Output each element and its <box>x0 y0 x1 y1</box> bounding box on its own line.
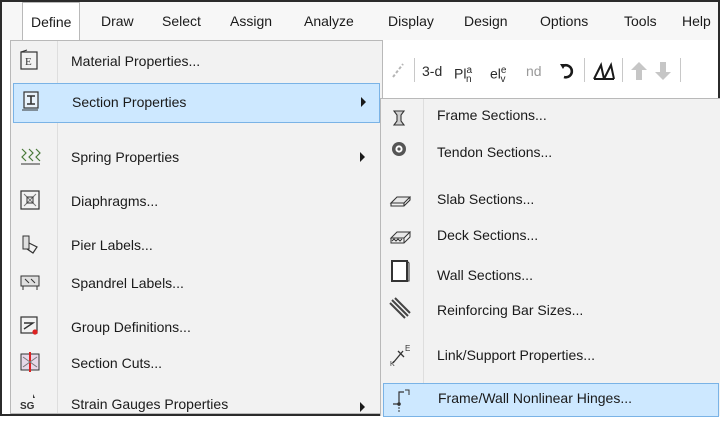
submenu-item-label: Slab Sections... <box>437 191 535 207</box>
menu-item-label: Spring Properties <box>71 149 180 165</box>
menu-item-label: Section Cuts... <box>71 355 163 371</box>
wall-icon <box>389 259 411 282</box>
submenu-item-frame-wall-nonlinear-hinges[interactable]: Frame/Wall Nonlinear Hinges... <box>383 383 719 417</box>
section-cut-icon <box>19 351 41 373</box>
menu-item-group-definitions[interactable]: Group Definitions... <box>11 307 382 347</box>
menu-item-material-properties[interactable]: E Material Properties... <box>11 41 382 81</box>
toolbar: 3-d Plan elev nd <box>382 44 718 98</box>
menu-display[interactable]: Display <box>388 2 434 40</box>
menu-item-label: Material Properties... <box>71 53 201 69</box>
spring-icon <box>19 145 41 167</box>
submenu-item-label: Frame Sections... <box>437 107 547 123</box>
submenu-item-slab-sections[interactable]: Slab Sections... <box>381 183 719 221</box>
menu-item-pier-labels[interactable]: Pier Labels... <box>11 225 382 265</box>
hinge-icon <box>390 388 412 412</box>
menu-item-label: Spandrel Labels... <box>71 275 184 291</box>
menu-assign[interactable]: Assign <box>230 2 272 40</box>
menu-item-section-properties[interactable]: Section Properties <box>13 83 380 123</box>
toolbar-separator <box>584 58 585 82</box>
frame-section-icon <box>389 107 411 129</box>
menu-design[interactable]: Design <box>464 2 508 40</box>
submenu-arrow-icon <box>360 152 365 162</box>
group-icon <box>19 315 41 337</box>
svg-text:E: E <box>25 56 32 68</box>
perspective-view-icon[interactable] <box>592 60 616 82</box>
menu-item-spandrel-labels[interactable]: Spandrel Labels... <box>11 263 382 303</box>
submenu-item-wall-sections[interactable]: Wall Sections... <box>381 253 719 291</box>
slab-icon <box>389 191 411 213</box>
toolbar-elev-sub: v <box>500 74 506 86</box>
define-menu: E Material Properties... Section Propert… <box>10 40 383 414</box>
toolbar-separator <box>680 58 681 82</box>
section-properties-submenu: Frame Sections... Tendon Sections... Sla… <box>380 98 720 417</box>
strain-gauge-icon: SG <box>19 391 41 413</box>
submenu-item-label: Frame/Wall Nonlinear Hinges... <box>438 390 632 406</box>
left-gutter <box>2 40 10 414</box>
submenu-item-label: Link/Support Properties... <box>437 347 595 363</box>
section-properties-icon <box>20 90 42 112</box>
svg-text:E: E <box>405 344 410 353</box>
submenu-item-label: Wall Sections... <box>437 267 533 283</box>
strain-gauge-icon-text: SG <box>20 401 35 412</box>
menu-select[interactable]: Select <box>162 2 201 40</box>
menu-options[interactable]: Options <box>540 2 588 40</box>
diaphragm-icon <box>19 189 41 211</box>
toolbar-elevation-button[interactable]: elev <box>490 60 506 86</box>
menu-item-label: Diaphragms... <box>71 193 159 209</box>
submenu-item-label: Deck Sections... <box>437 227 539 243</box>
deck-icon <box>389 227 411 249</box>
submenu-arrow-icon <box>361 97 366 107</box>
menu-define[interactable]: Define <box>22 2 81 42</box>
menu-draw[interactable]: Draw <box>101 2 134 40</box>
toolbar-plan-sub: n <box>466 74 472 86</box>
material-icon: E <box>19 49 41 71</box>
submenu-arrow-icon <box>360 402 365 412</box>
menu-item-label: Section Properties <box>72 94 187 110</box>
tendon-icon <box>389 139 411 161</box>
toolbar-plan-button[interactable]: Plan <box>454 60 472 86</box>
submenu-item-frame-sections[interactable]: Frame Sections... <box>381 99 719 137</box>
menu-help[interactable]: Help <box>682 2 711 40</box>
submenu-item-reinforcing-bar-sizes[interactable]: Reinforcing Bar Sizes... <box>381 293 719 331</box>
menu-item-strain-gauges-properties[interactable]: SG Strain Gauges Properties <box>11 387 382 415</box>
submenu-item-label: Reinforcing Bar Sizes... <box>437 302 584 318</box>
rotate-icon[interactable] <box>558 60 578 82</box>
toolbar-nd-button[interactable]: nd <box>526 60 542 82</box>
rebar-icon <box>389 297 411 319</box>
submenu-item-label: Tendon Sections... <box>437 144 553 160</box>
menu-item-section-cuts[interactable]: Section Cuts... <box>11 343 382 383</box>
toolbar-plan-label: Pl <box>454 65 467 82</box>
link-icon: EK <box>389 341 411 367</box>
submenu-item-deck-sections[interactable]: Deck Sections... <box>381 219 719 257</box>
toolbar-3d-button[interactable]: 3-d <box>422 60 442 82</box>
toolbar-draw-icon[interactable] <box>390 60 408 82</box>
toolbar-separator <box>622 58 623 82</box>
menu-tools[interactable]: Tools <box>624 2 657 40</box>
svg-text:K: K <box>390 361 395 367</box>
menu-define-label: Define <box>31 14 72 30</box>
menu-item-spring-properties[interactable]: Spring Properties <box>11 137 382 177</box>
spandrel-icon <box>19 271 41 293</box>
menu-analyze[interactable]: Analyze <box>304 2 354 40</box>
pier-icon <box>19 233 41 255</box>
toolbar-separator <box>414 58 415 82</box>
submenu-item-link-support-properties[interactable]: EK Link/Support Properties... <box>381 333 719 371</box>
menu-item-label: Pier Labels... <box>71 237 153 253</box>
down-arrow-icon[interactable] <box>654 60 672 82</box>
submenu-item-tendon-sections[interactable]: Tendon Sections... <box>381 137 719 175</box>
menu-item-label: Group Definitions... <box>71 319 191 335</box>
menu-bar: Define Draw Select Assign Analyze Displa… <box>2 2 718 42</box>
menu-item-label: Strain Gauges Properties <box>71 396 229 412</box>
menu-item-diaphragms[interactable]: Diaphragms... <box>11 181 382 221</box>
up-arrow-icon[interactable] <box>630 60 648 82</box>
